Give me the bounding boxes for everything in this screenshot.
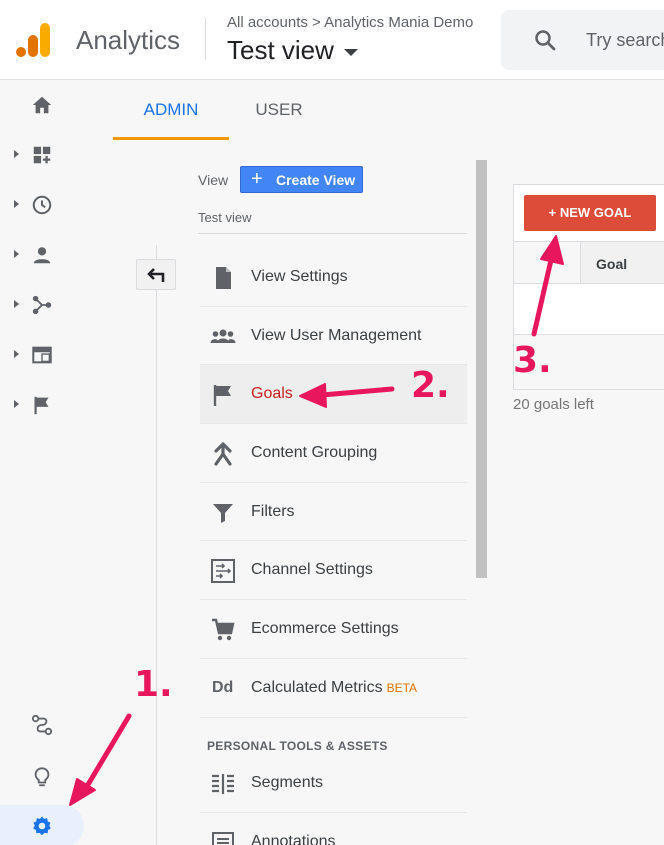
breadcrumb[interactable]: All accounts > Analytics Mania Demo	[227, 14, 473, 31]
menu-item-content-grouping[interactable]: Content Grouping	[200, 424, 467, 483]
nav-behavior[interactable]	[0, 335, 113, 375]
flag-icon	[213, 385, 231, 407]
menu-item-label: Channel Settings	[251, 561, 373, 579]
expand-arrow-icon	[14, 300, 19, 308]
new-goal-button[interactable]: + NEW GOAL	[524, 195, 656, 231]
expand-arrow-icon	[14, 250, 19, 258]
menu-item-label: Segments	[251, 774, 324, 791]
menu-item-filters[interactable]: Filters	[200, 483, 467, 542]
app-name: Analytics	[76, 25, 181, 55]
menu-item-label: View User Management	[251, 326, 422, 344]
nav-home[interactable]	[0, 85, 113, 125]
home-icon	[32, 96, 52, 114]
filter-icon	[213, 503, 233, 523]
menu-item-label: Annotations	[251, 832, 336, 845]
dd-icon: Dd	[212, 678, 234, 696]
expand-arrow-icon	[14, 350, 19, 358]
view-separator	[198, 233, 467, 234]
users-icon	[210, 329, 236, 343]
menu-scrollbar[interactable]	[476, 160, 487, 578]
menu-item-label: Filters	[251, 502, 295, 520]
analytics-logo-icon[interactable]	[16, 21, 52, 59]
nav-admin[interactable]	[0, 805, 84, 845]
dashboard-icon	[33, 146, 51, 164]
menu-item-ecommerce-settings[interactable]: Ecommerce Settings	[200, 600, 467, 659]
menu-item-label: Content Grouping	[251, 444, 378, 462]
acquisition-icon	[32, 295, 52, 315]
tab-user[interactable]: USER	[229, 80, 329, 140]
menu-item-label: View Settings	[251, 268, 348, 285]
search-icon	[535, 30, 556, 51]
menu-item-label: Ecommerce Settings	[251, 620, 399, 638]
tab-admin[interactable]: ADMIN	[113, 80, 229, 140]
menu-item-calculated-metrics[interactable]: Dd Calculated Metrics BETA	[200, 659, 467, 718]
top-header: Analytics All accounts > Analytics Mania…	[0, 0, 664, 80]
attribution-icon	[31, 714, 53, 736]
goals-left-text: 20 goals left	[513, 396, 594, 413]
expand-arrow-icon	[14, 150, 19, 158]
view-picker[interactable]: Test view	[227, 35, 358, 66]
lightbulb-icon	[34, 767, 50, 787]
beta-badge: BETA	[386, 680, 418, 695]
nav-customization[interactable]	[0, 135, 113, 175]
step-1-label: 1.	[134, 664, 173, 705]
goals-table-header: Goal	[514, 241, 664, 284]
nav-conversions[interactable]	[0, 385, 113, 425]
back-button[interactable]	[136, 259, 176, 290]
menu-item-label: Calculated Metrics	[251, 678, 383, 696]
view-picker-label: Test view	[227, 35, 334, 65]
step-3-label: 3.	[513, 340, 552, 381]
current-view-name: Test view	[198, 210, 252, 225]
nav-realtime[interactable]	[0, 185, 113, 225]
expand-arrow-icon	[14, 200, 19, 208]
menu-item-channel-settings[interactable]: Channel Settings	[200, 541, 467, 601]
back-arrow-icon	[147, 268, 165, 282]
menu-item-label-wrap: Calculated Metrics BETA	[251, 679, 417, 697]
channel-icon	[211, 559, 235, 584]
view-column-label: View	[198, 172, 229, 188]
menu-item-segments[interactable]: Segments	[200, 754, 467, 813]
cart-icon	[212, 618, 235, 641]
segments-icon	[212, 774, 234, 794]
menu-item-label: Goals	[251, 385, 293, 403]
search-input[interactable]: Try search	[586, 30, 664, 51]
menu-item-user-management[interactable]: View User Management	[200, 307, 467, 366]
clock-icon	[32, 195, 52, 215]
view-settings-menu: View Settings View User Management Goals…	[200, 248, 467, 718]
nav-attribution[interactable]	[0, 705, 113, 745]
caret-down-icon	[343, 49, 358, 56]
menu-item-view-settings[interactable]: View Settings	[200, 248, 467, 307]
annotations-icon	[212, 831, 234, 845]
column-divider	[156, 245, 157, 845]
gear-icon	[33, 816, 51, 836]
create-view-label: Create View	[276, 172, 356, 188]
create-view-button[interactable]: + Create View	[240, 166, 363, 193]
document-icon	[216, 267, 231, 289]
plus-icon: +	[251, 168, 263, 190]
flag-icon	[34, 396, 49, 415]
nav-discover[interactable]	[0, 757, 113, 797]
step-2-label: 2.	[411, 365, 450, 406]
person-icon	[33, 247, 51, 264]
goal-column-header[interactable]: Goal	[596, 256, 627, 272]
personal-tools-menu: Segments Annotations	[200, 754, 467, 845]
menu-item-annotations[interactable]: Annotations	[200, 813, 467, 845]
content-grouping-icon	[214, 442, 232, 466]
admin-tabs: ADMIN USER	[113, 80, 664, 140]
nav-audience[interactable]	[0, 235, 113, 275]
nav-acquisition[interactable]	[0, 285, 113, 325]
header-divider	[205, 18, 206, 60]
search-box[interactable]: Try search	[501, 10, 664, 70]
goals-table-blank-column	[514, 242, 581, 283]
personal-tools-heading: PERSONAL TOOLS & ASSETS	[207, 739, 388, 753]
behavior-icon	[32, 346, 52, 364]
expand-arrow-icon	[14, 400, 19, 408]
